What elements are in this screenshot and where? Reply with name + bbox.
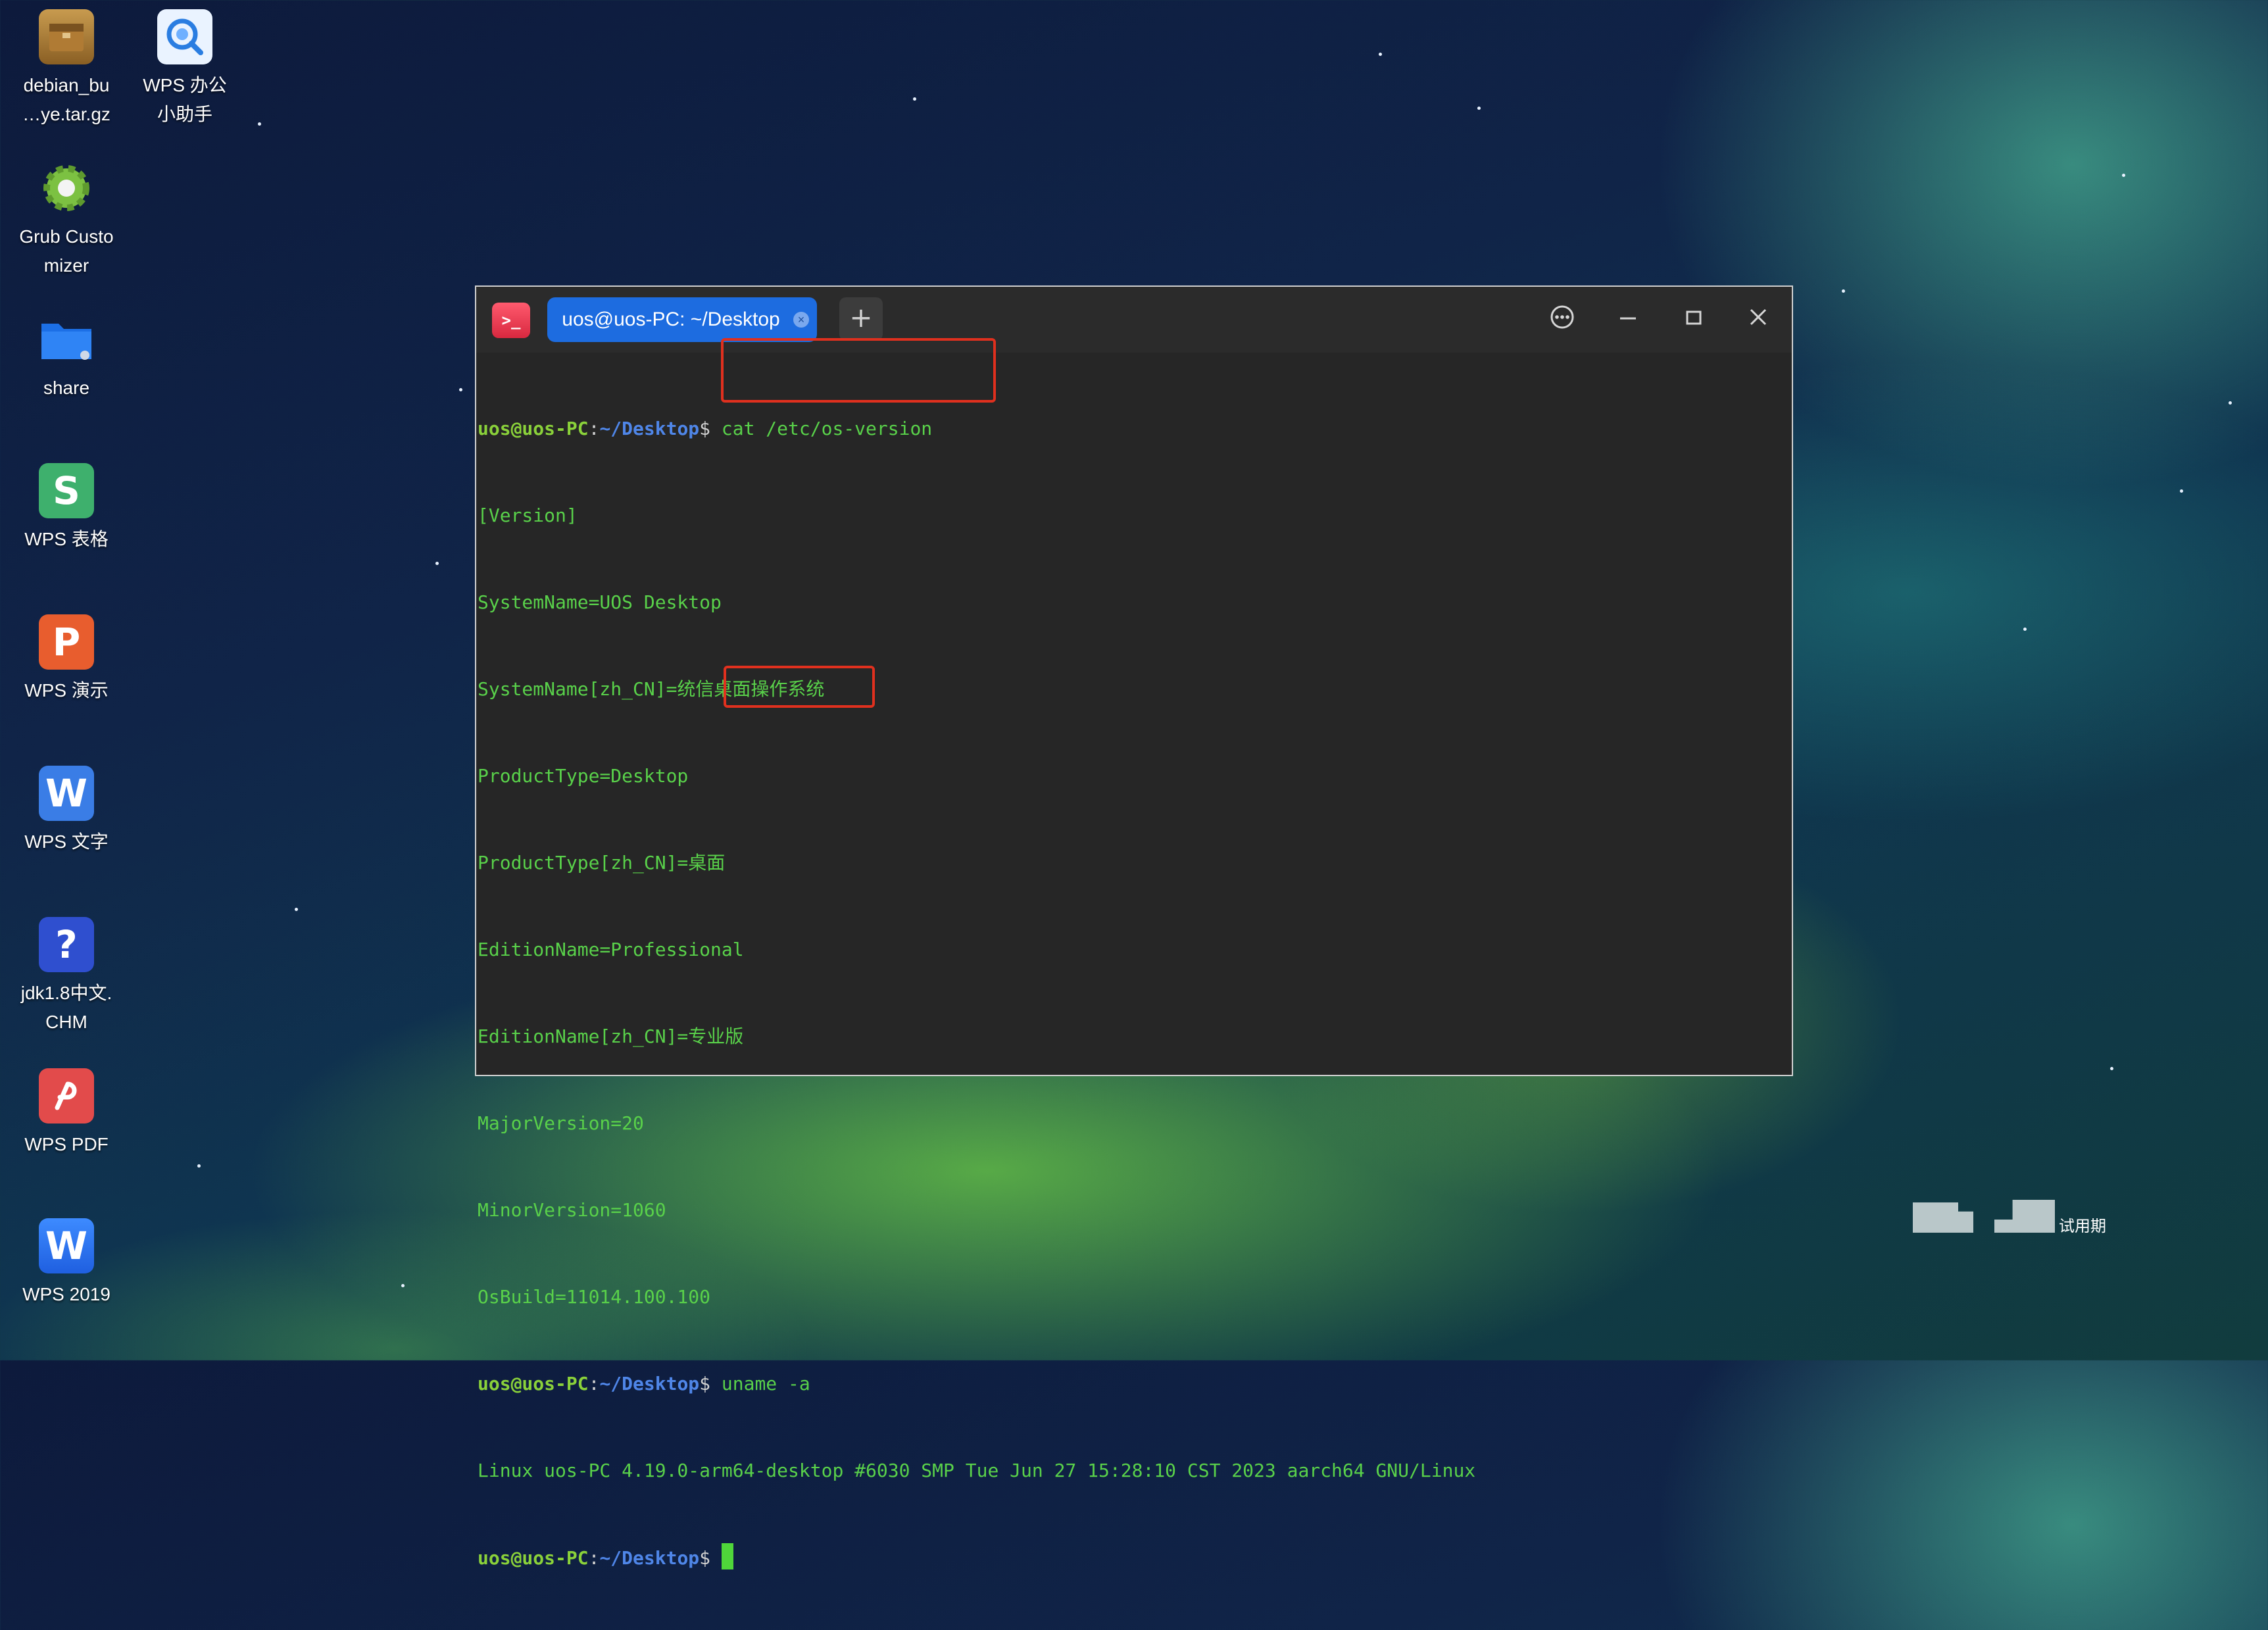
desktop-icon-grub-customizer[interactable]: Grub Custo mizer <box>4 161 129 280</box>
wps-pdf-icon <box>39 1068 94 1124</box>
prompt-dollar: $ <box>699 1547 711 1569</box>
gear-icon <box>39 161 94 216</box>
prompt-colon: : <box>588 1373 600 1395</box>
desktop-icon-label: Grub Custo mizer <box>19 226 114 276</box>
wps-presentation-icon: P <box>39 614 94 670</box>
desktop-icon-label: WPS 表格 <box>24 529 109 549</box>
desktop-icon-label: debian_bu …ye.tar.gz <box>22 75 111 124</box>
folder-icon <box>39 312 94 367</box>
output-line: OsBuild=11014.100.100 <box>478 1286 711 1308</box>
prompt-path: ~/Desktop <box>599 1547 700 1569</box>
wps-spreadsheet-icon: S <box>39 463 94 518</box>
menu-button[interactable] <box>1546 304 1579 337</box>
maximize-icon <box>1686 310 1702 325</box>
output-line: MinorVersion=1060 <box>478 1199 666 1221</box>
output-line: EditionName=Professional <box>478 939 744 960</box>
prompt-line: uos@uos-PC:~/Desktop$ <box>476 1543 1792 1572</box>
prompt-path: ~/Desktop <box>599 418 700 439</box>
text-cursor <box>721 1543 733 1569</box>
output-line: SystemName=UOS Desktop <box>478 591 722 613</box>
tab-terminal-desktop[interactable]: uos@uos-PC: ~/Desktop × <box>547 297 817 342</box>
new-tab-button[interactable]: + <box>839 297 883 341</box>
desktop-icon-label: WPS 办公 小助手 <box>143 75 227 124</box>
desktop-icon-wps-writer[interactable]: W WPS 文字 <box>4 766 129 856</box>
prompt-dollar: $ <box>699 418 711 439</box>
prompt-path: ~/Desktop <box>599 1373 700 1395</box>
output-line: MajorVersion=20 <box>478 1112 644 1134</box>
output-line: EditionName[zh_CN]=专业版 <box>478 1025 744 1047</box>
desktop-icon-wps-presentation[interactable]: P WPS 演示 <box>4 614 129 705</box>
tray-block <box>1913 1202 1973 1233</box>
prompt-line: uos@uos-PC:~/Desktop$ uname -a <box>476 1370 1792 1398</box>
desktop-icon-wps-spreadsheet[interactable]: S WPS 表格 <box>4 463 129 554</box>
desktop-icon-wps-pdf[interactable]: WPS PDF <box>4 1068 129 1159</box>
desktop-icon-share-folder[interactable]: share <box>4 312 129 403</box>
terminal-window[interactable]: >_ uos@uos-PC: ~/Desktop × + uos@uos-PC:… <box>475 285 1793 1569</box>
output-line: Linux uos-PC 4.19.0-arm64-desktop #6030 … <box>478 1460 1476 1481</box>
terminal-titlebar[interactable]: >_ uos@uos-PC: ~/Desktop × + <box>476 287 1792 353</box>
desktop-icon-label: share <box>43 378 90 398</box>
minimize-icon <box>1620 317 1636 320</box>
minimize-button[interactable] <box>1612 304 1644 337</box>
command-text: uname -a <box>721 1373 810 1395</box>
output-line: SystemName[zh_CN]=统信桌面操作系统 <box>478 678 825 700</box>
prompt-user: uos@uos-PC <box>478 1547 589 1569</box>
output-line: ProductType=Desktop <box>478 765 689 787</box>
prompt-line: uos@uos-PC:~/Desktop$ cat /etc/os-versio… <box>476 414 1792 443</box>
more-options-icon <box>1550 305 1574 329</box>
desktop-icon-debian-archive[interactable]: debian_bu …ye.tar.gz <box>4 9 129 129</box>
prompt-user: uos@uos-PC <box>478 1373 589 1395</box>
wps-office-icon: W <box>39 1218 94 1273</box>
desktop-icon-wps-2019[interactable]: W WPS 2019 <box>4 1218 129 1309</box>
desktop-icon-label: WPS 演示 <box>24 680 109 701</box>
highlight-box-command1 <box>721 338 996 403</box>
tab-title: uos@uos-PC: ~/Desktop <box>562 309 780 330</box>
prompt-dollar: $ <box>699 1373 711 1395</box>
trial-text: 试用期 <box>2059 1218 2106 1235</box>
terminal-output[interactable]: uos@uos-PC:~/Desktop$ cat /etc/os-versio… <box>476 357 1792 1630</box>
tab-close-icon[interactable]: × <box>793 312 809 328</box>
desktop-icon-label: WPS 2019 <box>22 1284 111 1304</box>
desktop-icon-label: WPS PDF <box>24 1134 109 1154</box>
archive-icon <box>39 9 94 64</box>
prompt-colon: : <box>588 418 600 439</box>
maximize-button[interactable] <box>1677 304 1710 337</box>
desktop-icon-jdk-chm[interactable]: ? jdk1.8中文. CHM <box>4 917 129 1037</box>
output-line: [Version] <box>478 505 578 526</box>
terminal-app-icon: >_ <box>492 303 530 338</box>
command-text: cat /etc/os-version <box>721 418 933 439</box>
prompt-colon: : <box>588 1547 600 1569</box>
search-assistant-icon <box>157 9 212 64</box>
close-icon <box>1750 309 1767 326</box>
prompt-user: uos@uos-PC <box>478 418 589 439</box>
desktop-icon-wps-assistant[interactable]: WPS 办公 小助手 <box>122 9 247 129</box>
desktop-icon-label: WPS 文字 <box>24 831 109 852</box>
help-icon: ? <box>39 917 94 972</box>
output-line: ProductType[zh_CN]=桌面 <box>478 852 726 874</box>
tray-block <box>1994 1200 2055 1233</box>
wps-writer-icon: W <box>39 766 94 821</box>
desktop-icon-label: jdk1.8中文. CHM <box>20 983 112 1032</box>
highlight-box-command2 <box>724 666 875 708</box>
close-button[interactable] <box>1742 304 1775 337</box>
